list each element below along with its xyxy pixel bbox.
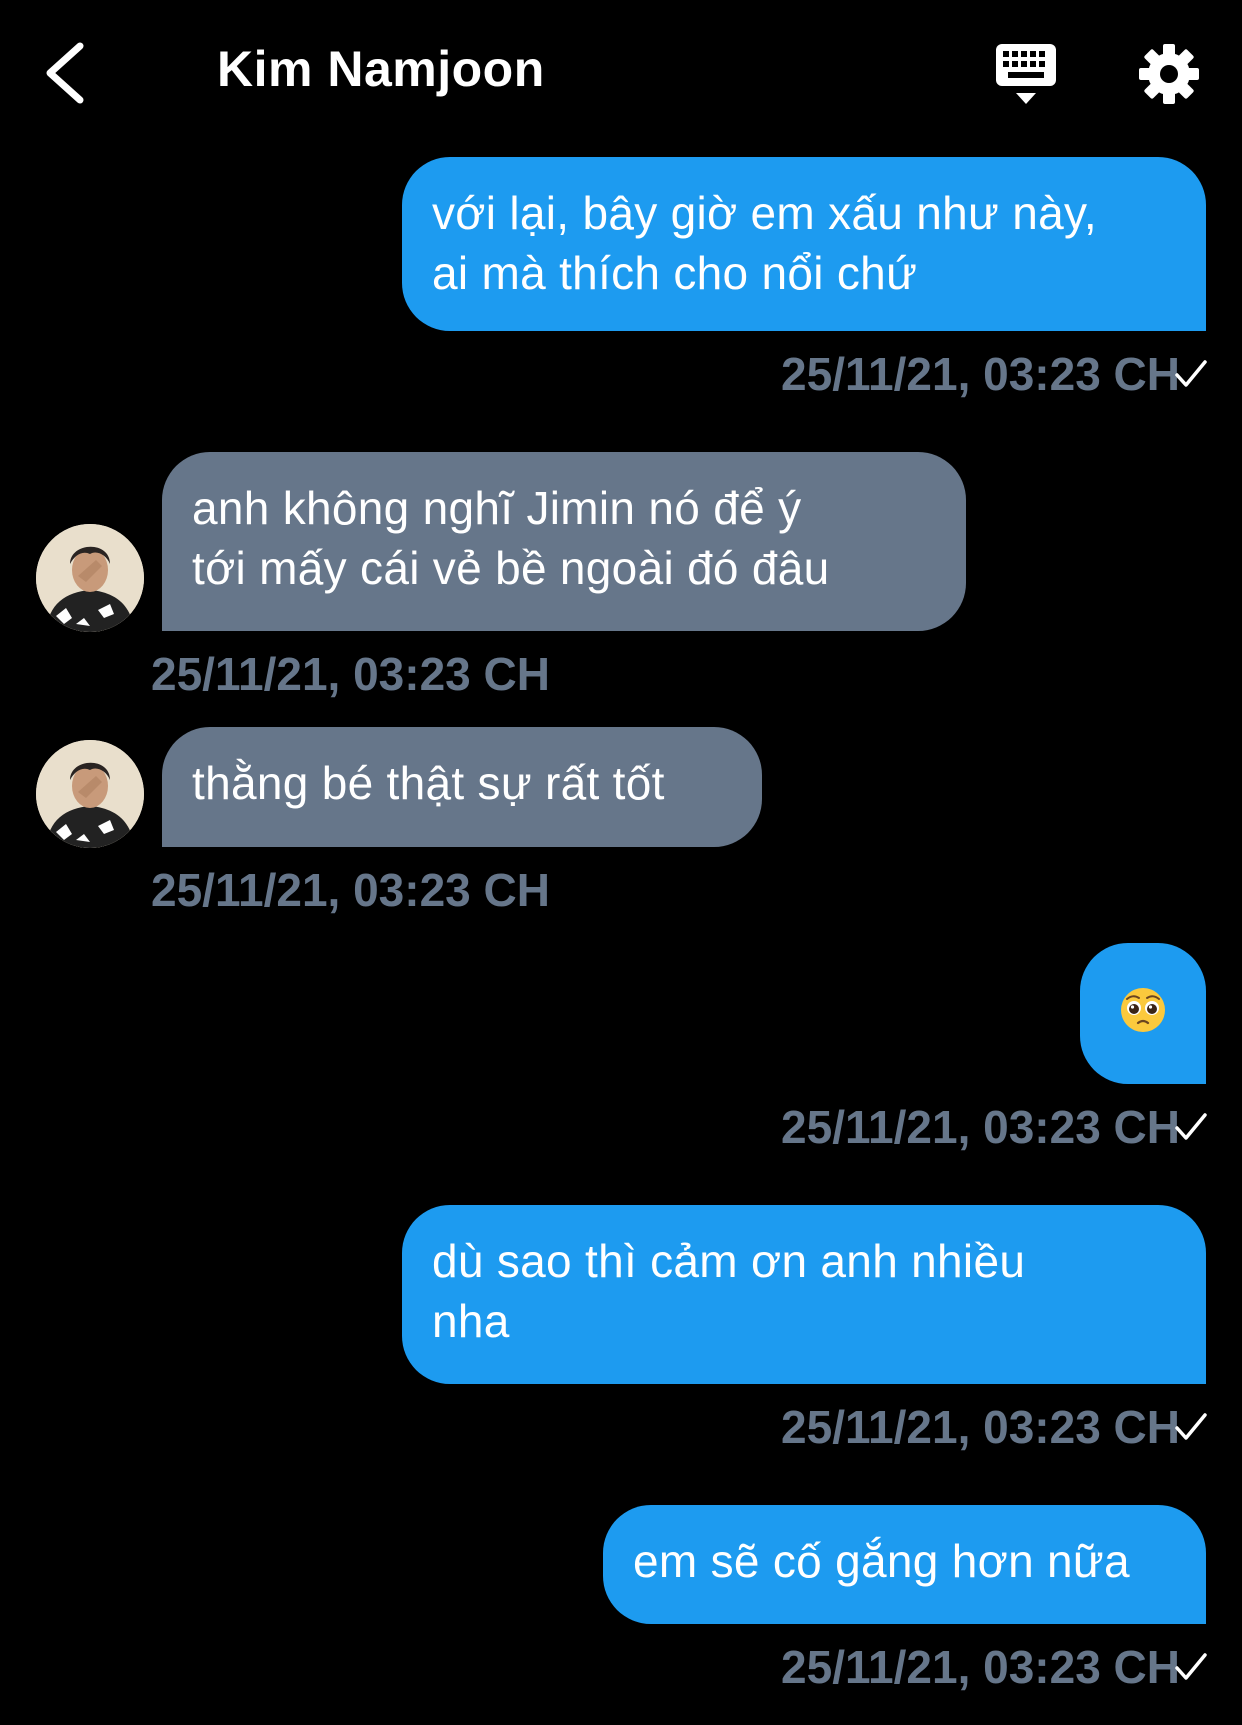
- avatar[interactable]: [36, 740, 144, 848]
- checkmark-icon: [1175, 360, 1207, 387]
- message-text-line: nha: [432, 1295, 510, 1347]
- keyboard-icon: [996, 44, 1056, 104]
- message-bubble-outgoing[interactable]: em sẽ cố gắng hơn nữa: [603, 1505, 1206, 1624]
- avatar[interactable]: [36, 524, 144, 632]
- message-bubble-outgoing[interactable]: dù sao thì cảm ơn anh nhiều nha: [402, 1205, 1206, 1384]
- profile-photo: [36, 740, 144, 848]
- settings-button[interactable]: [1135, 40, 1203, 108]
- conversation-title: Kim Namjoon: [217, 41, 545, 97]
- message-text-line: tới mấy cái vẻ bề ngoài đó đâu: [192, 542, 830, 594]
- message-timestamp: 25/11/21, 03:23 CH: [781, 1101, 1180, 1153]
- pleading-face-emoji: [1121, 988, 1165, 1032]
- message-timestamp: 25/11/21, 03:23 CH: [151, 864, 550, 916]
- message-text-line: dù sao thì cảm ơn anh nhiều: [432, 1235, 1026, 1287]
- message-bubble-incoming[interactable]: anh không nghĩ Jimin nó để ý tới mấy cái…: [162, 452, 966, 631]
- message-timestamp: 25/11/21, 03:23 CH: [781, 348, 1180, 400]
- message-text-line: ai mà thích cho nổi chứ: [432, 247, 918, 299]
- message-text-line: với lại, bây giờ em xấu như này,: [432, 187, 1097, 239]
- checkmark-icon: [1175, 1413, 1207, 1440]
- checkmark-icon: [1175, 1653, 1207, 1680]
- keyboard-button[interactable]: [990, 40, 1062, 110]
- message-bubble-incoming[interactable]: thằng bé thật sự rất tốt: [162, 727, 762, 847]
- message-timestamp: 25/11/21, 03:23 CH: [781, 1401, 1180, 1453]
- message-bubble-outgoing[interactable]: với lại, bây giờ em xấu như này, ai mà t…: [402, 157, 1206, 331]
- message-text-line: em sẽ cố gắng hơn nữa: [633, 1535, 1130, 1587]
- message-bubble-outgoing[interactable]: [1080, 943, 1206, 1084]
- chat-header: Kim Namjoon: [0, 0, 1242, 148]
- message-timestamp: 25/11/21, 03:23 CH: [151, 648, 550, 700]
- message-text-line: anh không nghĩ Jimin nó để ý: [192, 482, 802, 534]
- message-timestamp: 25/11/21, 03:23 CH: [781, 1641, 1180, 1693]
- back-button[interactable]: [30, 30, 110, 116]
- checkmark-icon: [1175, 1113, 1207, 1140]
- gear-icon: [1139, 44, 1199, 104]
- chevron-left-icon: [46, 42, 84, 104]
- message-text-line: thằng bé thật sự rất tốt: [192, 757, 665, 809]
- profile-photo: [36, 524, 144, 632]
